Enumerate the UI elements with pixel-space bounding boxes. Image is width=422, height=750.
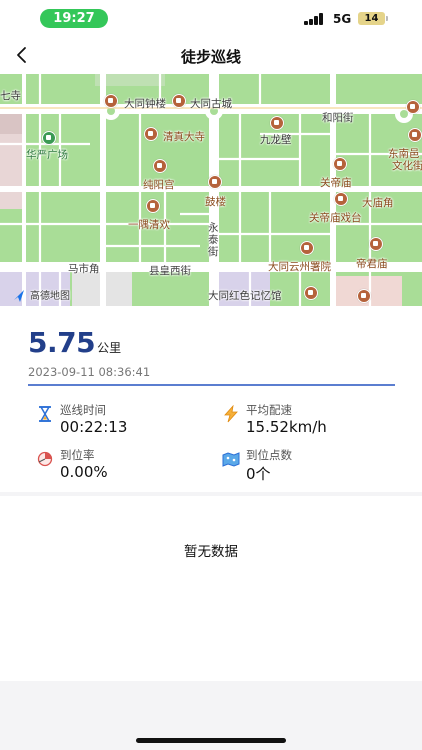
stat-value: 0.00% [60,463,108,481]
distance: 5.75 公里 [28,326,121,359]
map-label: 大同古城 [190,98,232,110]
map-label: 马市角 [68,263,100,275]
page-title: 徒步巡线 [180,48,241,66]
map-label: 县皇西街 [149,265,191,277]
battery-icon: 14 [358,12,385,25]
map-poi-icon[interactable] [300,241,314,255]
hourglass-icon [39,406,51,422]
pie-chart-icon [37,451,53,467]
home-indicator[interactable] [136,738,286,743]
map-poi-icon[interactable] [333,157,347,171]
map-label: 大同云州署院 [268,261,331,273]
map-label: 清真大寺 [163,131,205,143]
stat-label: 平均配速 [246,403,292,417]
checkpoint-list-panel: 暂无数据 [0,496,422,681]
map-poi-icon[interactable] [172,94,186,108]
map-points-icon [222,452,240,467]
map-label: 一隅清欢 [128,219,170,231]
network-type: 5G [333,12,352,26]
status-bar: 19:27 5G 14 [0,0,422,36]
map-label: 和阳街 [322,112,354,124]
map-poi-icon[interactable] [270,116,284,130]
distance-value: 5.75 [28,326,96,359]
map-poi-icon[interactable] [144,127,158,141]
empty-state-text: 暂无数据 [184,544,238,560]
map-poi-icon[interactable] [104,94,118,108]
map-provider-logo: 高德地图 [30,291,70,302]
map-poi-icon[interactable] [146,199,160,213]
map-poi-icon[interactable] [153,159,167,173]
map-label: 关帝庙 [320,177,352,189]
stat-value: 00:22:13 [60,418,128,436]
stat-label: 到位点数 [246,448,292,462]
stat-arrival-points: 到位点数 0个 [214,447,374,487]
nav-bar: 徒步巡线 [0,36,422,74]
map-poi-icon[interactable] [42,131,56,145]
status-time: 19:27 [40,9,108,28]
signal-icon [304,13,326,25]
stat-value: 15.52km/h [246,418,327,436]
map-label: 大庙角 [362,197,394,209]
stat-label: 巡线时间 [60,403,106,417]
map-poi-icon[interactable] [304,286,318,300]
lightning-icon [224,405,238,423]
stat-arrival-rate: 到位率 0.00% [28,447,188,487]
map-label: 永泰街 [208,222,219,258]
map-poi-icon[interactable] [369,237,383,251]
patrol-datetime: 2023-09-11 08:36:41 [28,365,151,379]
map-label: 帝君庙 [356,258,388,270]
battery-tip [386,16,388,21]
map-view[interactable]: 七寺 大同钟楼 大同古城 和阳街 华严广场 清真大寺 九龙壁 东南邑 文化街 纯… [0,74,422,306]
map-label: 大同钟楼 [124,98,166,110]
stat-average-speed: 平均配速 15.52km/h [214,402,374,442]
screen: 19:27 5G 14 徒步巡线 七寺 大同钟楼 大同古城 和阳街 华严广场 清… [0,0,422,750]
stat-patrol-time: 巡线时间 00:22:13 [28,402,188,442]
map-poi-icon[interactable] [334,192,348,206]
distance-unit: 公里 [97,341,122,355]
divider-line [28,384,395,386]
map-poi-icon[interactable] [357,289,371,303]
stat-label: 到位率 [60,448,95,462]
map-label: 关帝庙戏台 [309,212,362,224]
map-label: 鼓楼 [205,196,226,208]
map-label: 九龙壁 [260,134,292,146]
map-label: 华严广场 [26,149,68,161]
stat-value: 0个 [246,465,271,483]
map-label: 大同红色记忆馆 [208,290,282,302]
map-label: 纯阳宫 [143,179,175,191]
map-poi-icon[interactable] [406,100,420,114]
map-label: 文化街 [392,160,422,172]
map-poi-icon[interactable] [408,128,422,142]
map-label: 七寺 [0,90,21,102]
patrol-summary: 5.75 公里 2023-09-11 08:36:41 巡线时间 00:22:13… [0,306,422,492]
map-poi-icon[interactable] [208,175,222,189]
